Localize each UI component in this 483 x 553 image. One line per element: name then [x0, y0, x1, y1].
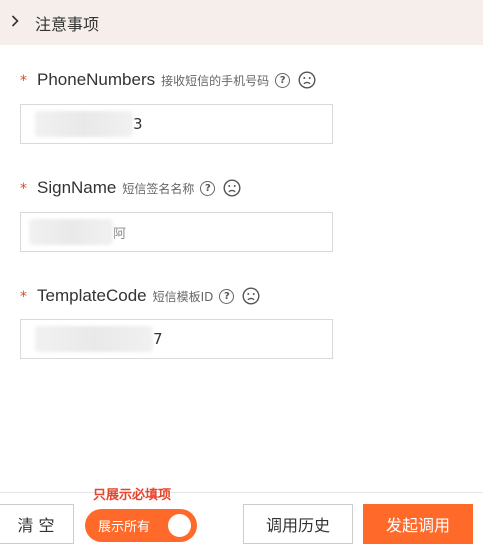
help-icon[interactable]: ? — [275, 72, 291, 88]
field-label: * TemplateCode 短信模板ID ? — [0, 284, 260, 308]
value-tail: 7 — [153, 330, 163, 348]
call-history-button[interactable]: 调用历史 — [243, 504, 353, 544]
phone-numbers-input[interactable]: 3 — [20, 104, 333, 144]
toggle-label: 展示所有 — [98, 520, 151, 535]
footer-divider — [0, 492, 483, 493]
show-all-toggle[interactable]: 展示所有 — [85, 509, 197, 542]
value-tail: 3 — [133, 115, 143, 133]
sad-face-icon[interactable] — [242, 287, 260, 305]
field-label: * PhoneNumbers 接收短信的手机号码 ? — [0, 68, 316, 92]
field-desc: 短信模板ID — [152, 289, 214, 304]
redacted-value — [35, 326, 153, 352]
field-name: TemplateCode — [37, 286, 147, 305]
field-name: PhoneNumbers — [37, 70, 156, 89]
only-required-label: 只展示必填项 — [93, 488, 172, 503]
required-mark: * — [20, 73, 27, 89]
chevron-right-icon — [11, 14, 19, 31]
sad-face-icon[interactable] — [223, 179, 241, 197]
redacted-value — [29, 219, 113, 245]
required-mark: * — [20, 181, 27, 197]
field-desc: 短信签名名称 — [122, 181, 195, 196]
help-icon[interactable]: ? — [200, 180, 216, 196]
invoke-button[interactable]: 发起调用 — [363, 504, 473, 544]
help-icon[interactable]: ? — [219, 288, 235, 304]
notice-title: 注意事项 — [35, 14, 100, 34]
redacted-value — [35, 111, 133, 137]
sad-face-icon[interactable] — [298, 71, 316, 89]
required-mark: * — [20, 289, 27, 305]
clear-button[interactable]: 清 空 — [0, 504, 74, 544]
notice-bar[interactable]: 注意事项 — [0, 0, 483, 45]
sign-name-input[interactable]: 阿 — [20, 212, 333, 252]
value-tail: 阿 — [113, 226, 127, 242]
field-desc: 接收短信的手机号码 — [161, 73, 270, 88]
field-name: SignName — [37, 178, 117, 197]
toggle-knob[interactable] — [168, 514, 191, 537]
template-code-input[interactable]: 7 — [20, 319, 333, 359]
field-label: * SignName 短信签名名称 ? — [0, 176, 241, 200]
